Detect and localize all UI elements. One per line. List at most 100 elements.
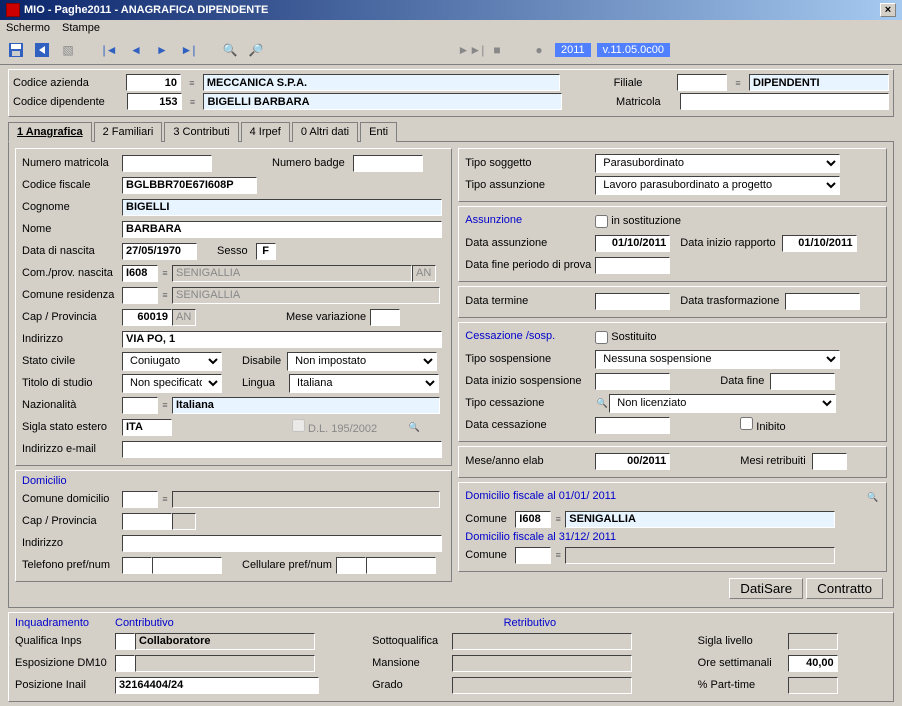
data-rapp-input[interactable] [782, 235, 857, 252]
data-cess-input[interactable] [595, 417, 670, 434]
stato-civile-select[interactable]: Coniugato [122, 352, 222, 371]
com-nascita-cod[interactable] [122, 265, 158, 282]
ore-input[interactable] [788, 655, 838, 672]
contratto-button[interactable]: Contratto [806, 578, 883, 599]
back-icon[interactable] [32, 40, 52, 60]
codice-azienda-input[interactable] [126, 74, 181, 91]
data-fine-input[interactable] [770, 373, 835, 390]
comune2-cod[interactable] [515, 547, 551, 564]
tipo-soggetto-select[interactable]: Parasubordinato [595, 154, 840, 173]
lookup-icon[interactable]: ≡ [186, 95, 200, 109]
mese-var-input[interactable] [370, 309, 400, 326]
comune-dom-cod[interactable] [122, 491, 158, 508]
cap2-input[interactable] [122, 513, 172, 530]
search-icon[interactable]: 🔍 [866, 490, 880, 504]
dl195-checkbox[interactable] [292, 419, 305, 432]
lookup-icon[interactable]: ≡ [158, 266, 172, 280]
next-icon[interactable]: ► [152, 40, 172, 60]
data-ass-input[interactable] [595, 235, 670, 252]
disabile-select[interactable]: Non impostato [287, 352, 437, 371]
last-icon[interactable]: ►| [178, 40, 198, 60]
tab-enti[interactable]: Enti [360, 122, 397, 142]
data-nascita-input[interactable] [122, 243, 197, 260]
nome-input[interactable] [122, 221, 442, 238]
first-icon[interactable]: |◄ [100, 40, 120, 60]
nazionalita-label: Nazionalità [22, 399, 122, 411]
search-icon[interactable]: 🔍 [595, 396, 609, 410]
lookup-icon[interactable]: ≡ [185, 76, 199, 90]
mese-elab-input[interactable] [595, 453, 670, 470]
sesso-input[interactable] [256, 243, 276, 260]
indirizzo2-input[interactable] [122, 535, 442, 552]
close-button[interactable]: × [880, 3, 896, 17]
data-termine-input[interactable] [595, 293, 670, 310]
tipo-cess-select[interactable]: Non licenziato [609, 394, 836, 413]
lookup-icon[interactable]: ≡ [551, 548, 565, 562]
lingua-select[interactable]: Italiana [289, 374, 439, 393]
zoom-icon[interactable]: 🔎 [246, 40, 266, 60]
tab-altri-dati[interactable]: 0 Altri dati [292, 122, 358, 142]
tab-familiari[interactable]: 2 Familiari [94, 122, 163, 142]
prev-icon[interactable]: ◄ [126, 40, 146, 60]
tab-anagrafica[interactable]: 1 Anagrafica [8, 122, 92, 142]
mesi-retr-label: Mesi retribuiti [740, 455, 805, 467]
data-cess-label: Data cessazione [465, 419, 595, 431]
comune1-cod[interactable] [515, 511, 551, 528]
posizione-input[interactable] [115, 677, 319, 694]
save-icon[interactable] [6, 40, 26, 60]
mesi-retr-input[interactable] [812, 453, 847, 470]
globe-icon[interactable]: ● [529, 40, 549, 60]
data-inizio-sosp-input[interactable] [595, 373, 670, 390]
lookup-icon[interactable]: ≡ [731, 76, 745, 90]
inibito-checkbox[interactable] [740, 417, 753, 430]
in-sost-checkbox[interactable] [595, 215, 608, 228]
comune-res-cod[interactable] [122, 287, 158, 304]
numero-matricola-input[interactable] [122, 155, 212, 172]
qualifica-cod[interactable] [115, 633, 135, 650]
codice-fiscale-input[interactable] [122, 177, 257, 194]
email-label: Indirizzo e-mail [22, 443, 122, 455]
titolo-studio-select[interactable]: Non specificato [122, 374, 222, 393]
browse-icon[interactable]: ▧ [58, 40, 78, 60]
data-prova-input[interactable] [595, 257, 670, 274]
cognome-input[interactable] [122, 199, 442, 216]
sottoqual-label: Sottoqualifica [372, 635, 452, 647]
esposizione-label: Esposizione DM10 [15, 657, 115, 669]
tipo-sosp-select[interactable]: Nessuna sospensione [595, 350, 840, 369]
menu-schermo[interactable]: Schermo [6, 22, 50, 34]
lookup-icon[interactable]: ≡ [551, 512, 565, 526]
data-trasf-label: Data trasformazione [680, 295, 779, 307]
stop-icon[interactable]: ■ [487, 40, 507, 60]
cell-num[interactable] [366, 557, 436, 574]
ff-icon[interactable]: ►►| [461, 40, 481, 60]
binoculars-icon[interactable]: 🔍 [220, 40, 240, 60]
datisare-button[interactable]: DatiSare [729, 578, 803, 599]
codice-dipendente-input[interactable] [127, 93, 182, 110]
tel-num[interactable] [152, 557, 222, 574]
indirizzo-input[interactable] [122, 331, 442, 348]
search-icon[interactable]: 🔍 [407, 420, 421, 434]
cognome-label: Cognome [22, 201, 122, 213]
sostituito-checkbox[interactable] [595, 331, 608, 344]
cessazione-header: Cessazione /sosp. [465, 330, 595, 342]
lookup-icon[interactable]: ≡ [158, 492, 172, 506]
lookup-icon[interactable]: ≡ [158, 398, 172, 412]
esposizione-cod[interactable] [115, 655, 135, 672]
numero-badge-input[interactable] [353, 155, 423, 172]
lookup-icon[interactable]: ≡ [158, 288, 172, 302]
indirizzo-label: Indirizzo [22, 333, 122, 345]
sostituito-label: Sostituito [611, 331, 711, 343]
email-input[interactable] [122, 441, 442, 458]
nazionalita-cod[interactable] [122, 397, 158, 414]
data-trasf-input[interactable] [785, 293, 860, 310]
cap-input[interactable] [122, 309, 172, 326]
tel-pref[interactable] [122, 557, 152, 574]
sigla-estero-input[interactable] [122, 419, 172, 436]
cell-pref[interactable] [336, 557, 366, 574]
tipo-assunzione-select[interactable]: Lavoro parasubordinato a progetto [595, 176, 840, 195]
matricola-input[interactable] [680, 93, 889, 110]
menu-stampe[interactable]: Stampe [62, 22, 100, 34]
filiale-code-input[interactable] [677, 74, 727, 91]
tab-irpef[interactable]: 4 Irpef [241, 122, 290, 142]
tab-contributi[interactable]: 3 Contributi [164, 122, 238, 142]
